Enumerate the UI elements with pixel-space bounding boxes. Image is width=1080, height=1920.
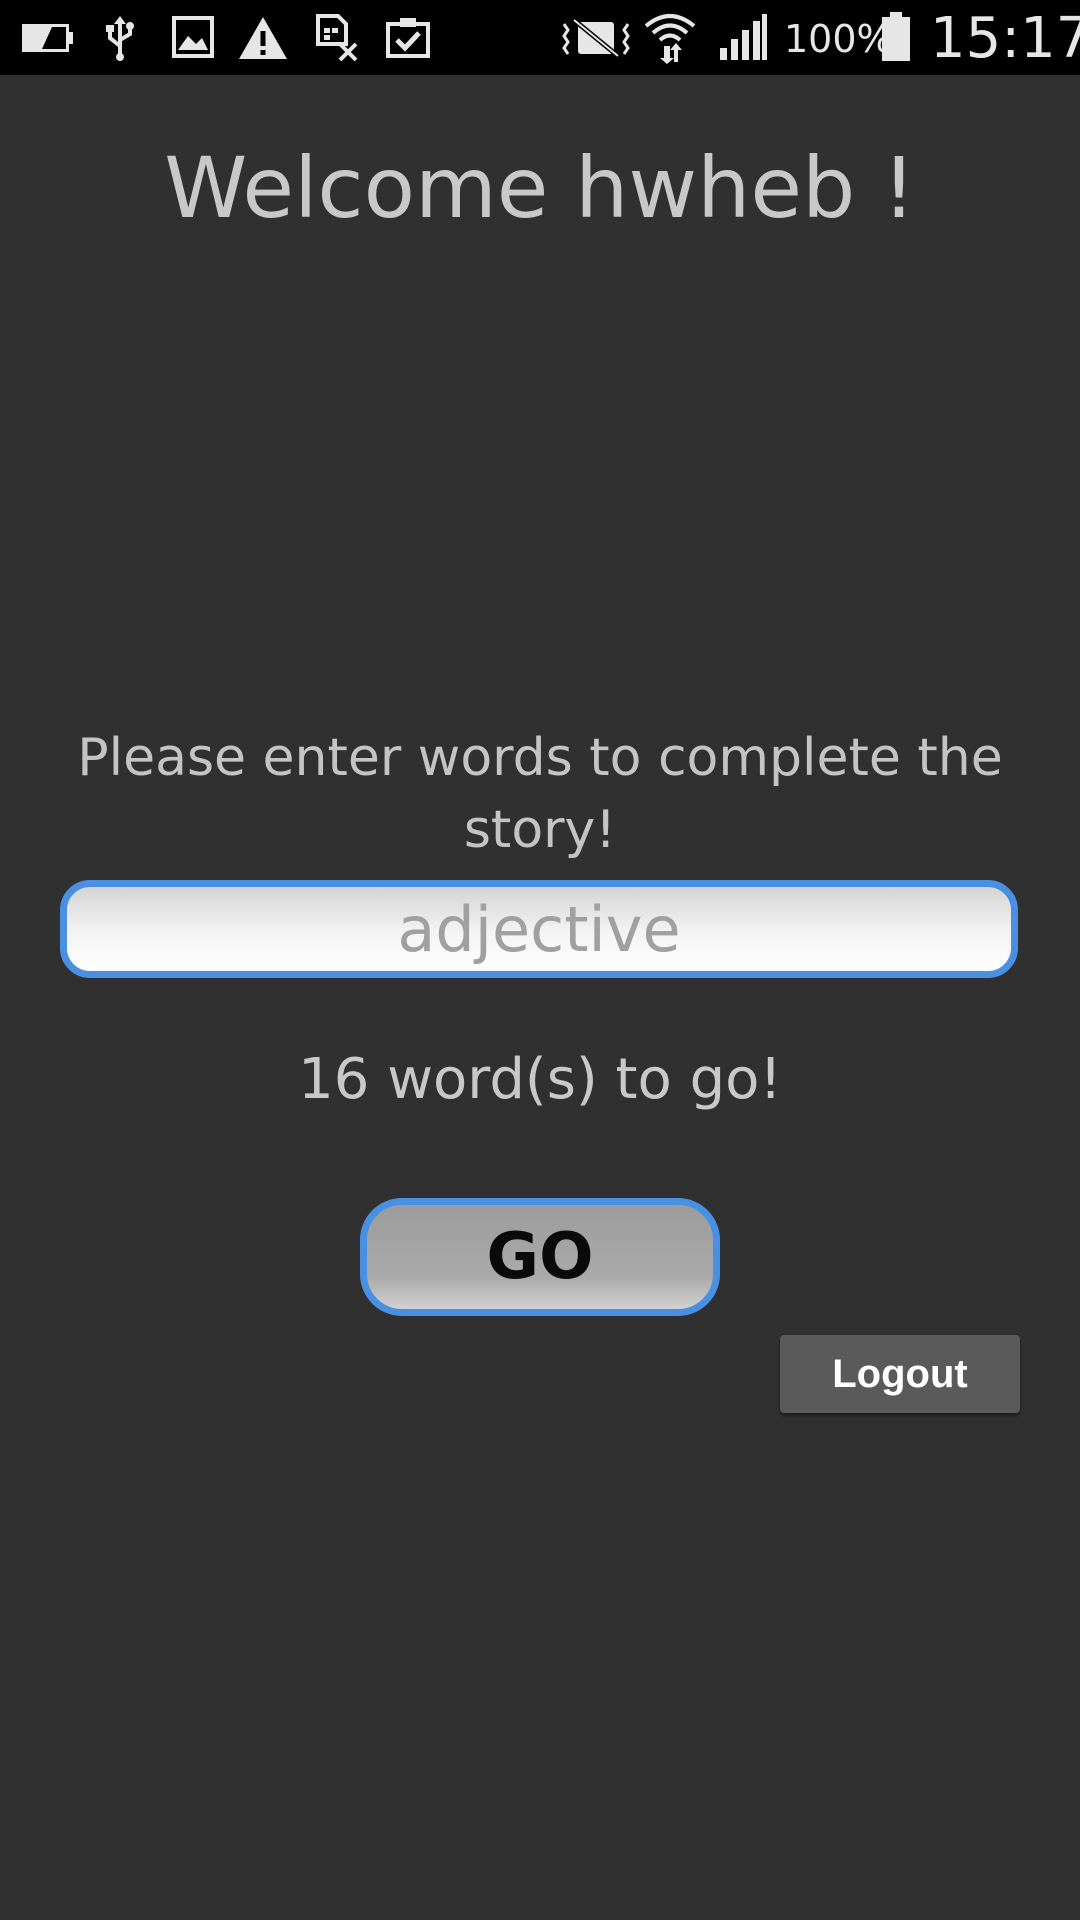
battery-percent: 100%: [784, 17, 893, 61]
battery-low-icon: [22, 24, 74, 74]
word-input[interactable]: [60, 880, 1018, 978]
status-bar: 100% 15:17: [0, 0, 1080, 75]
vibrate-mute-icon: [560, 18, 632, 68]
status-clock: 15:17: [930, 6, 1080, 71]
usb-icon: [104, 16, 136, 66]
warning-icon: [238, 16, 288, 66]
clipboard-check-icon: [386, 16, 430, 66]
words-remaining-label: 16 word(s) to go!: [298, 1047, 782, 1112]
sim-off-icon: [314, 14, 360, 64]
app-screen: 100% 15:17 Welcome hwheb ! Please enter …: [0, 0, 1080, 1920]
wifi-icon: [644, 10, 696, 64]
battery-icon: [880, 12, 912, 62]
story-instructions: Please enter words to complete the story…: [77, 728, 1003, 860]
logout-button[interactable]: Logout: [780, 1335, 1020, 1413]
image-icon: [172, 16, 214, 66]
signal-icon: [718, 14, 768, 64]
welcome-title: Welcome hwheb !: [164, 139, 916, 237]
go-button[interactable]: GO: [360, 1198, 720, 1316]
